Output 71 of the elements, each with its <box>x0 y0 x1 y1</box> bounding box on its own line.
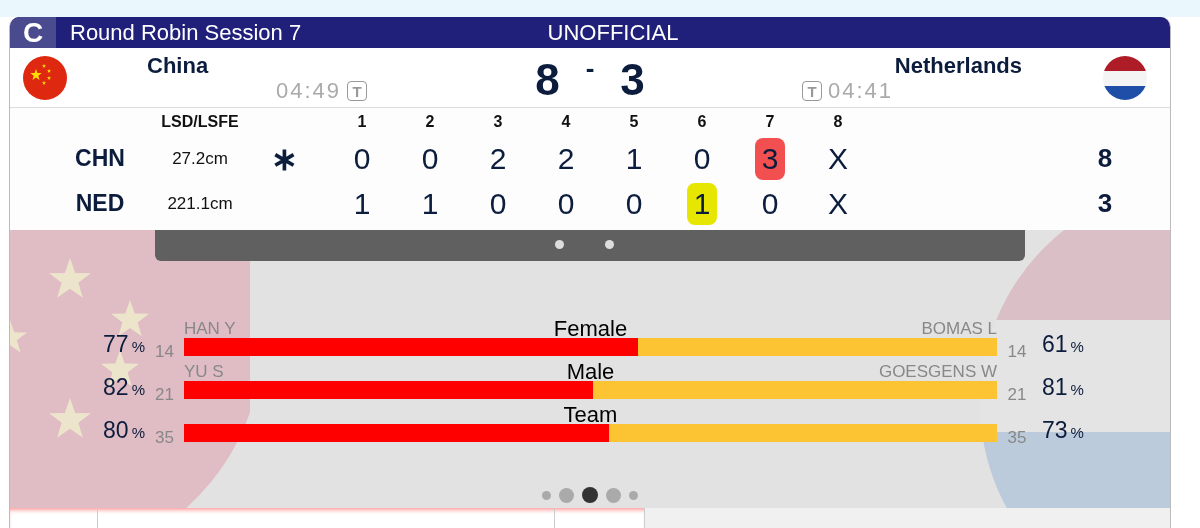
timeout-icon: T <box>802 81 822 101</box>
hammer-mark: ∗ <box>269 139 299 178</box>
shot-count: 21 <box>154 384 175 399</box>
team-score: 8 <box>535 54 560 105</box>
thinking-time: 04:49 <box>275 78 341 104</box>
lsd-value: 27.2cm <box>171 148 229 169</box>
thinking-time: 04:41 <box>828 78 894 104</box>
percentage: 81% <box>1041 376 1085 399</box>
end-heading: 3 <box>492 113 504 131</box>
session-title: Round Robin Session 7 <box>69 19 303 46</box>
end-heading: 2 <box>424 113 436 131</box>
end-score: 0 <box>692 140 712 177</box>
team-code: NED <box>74 190 126 217</box>
player-name: GOESGENS W <box>878 363 997 381</box>
pager-dot[interactable] <box>542 490 551 500</box>
shot-count: 35 <box>154 427 175 442</box>
end-score: 1 <box>686 182 718 225</box>
shot-count: 14 <box>1006 341 1028 356</box>
end-heading: 1 <box>356 113 368 131</box>
shot-count: 21 <box>1006 384 1028 399</box>
score-separator: - <box>585 53 595 84</box>
shot-count: 35 <box>1006 427 1028 442</box>
status-label: UNOFFICIAL <box>547 19 679 46</box>
end-score: X <box>827 140 849 177</box>
panel-handle[interactable] <box>155 230 1025 261</box>
end-score: 1 <box>352 185 372 222</box>
team-score: 3 <box>620 54 645 105</box>
end-score: 0 <box>760 185 780 222</box>
end-heading: 6 <box>696 113 708 131</box>
player-name: HAN Y <box>184 320 236 338</box>
team-name: China <box>147 53 209 79</box>
end-score: 2 <box>556 140 576 177</box>
pager-dot[interactable] <box>559 487 574 503</box>
end-score: 0 <box>488 185 508 222</box>
player-name: YU S <box>184 363 224 381</box>
stat-title: Female <box>553 318 628 340</box>
shot-count: 14 <box>154 341 175 356</box>
percentage: 80% <box>102 419 145 442</box>
percentage: 73% <box>1041 419 1085 442</box>
end-heading: 7 <box>764 113 776 131</box>
total-score: 3 <box>1096 188 1114 219</box>
percentage: 77% <box>102 333 145 356</box>
stat-title: Male <box>566 361 615 383</box>
team-code: CHN <box>74 145 126 172</box>
end-score: 1 <box>420 185 440 222</box>
end-score: 0 <box>556 185 576 222</box>
total-score: 8 <box>1096 143 1114 174</box>
end-heading: 8 <box>832 113 844 131</box>
lsd-value: 221.1cm <box>166 193 234 214</box>
pager-dot[interactable] <box>629 490 638 500</box>
pager-dot[interactable] <box>606 487 621 503</box>
netherlands-flag-icon <box>1102 54 1148 101</box>
category-badge: C <box>10 17 56 48</box>
player-name: BOMAS L <box>921 320 997 338</box>
percentage: 82% <box>102 376 145 399</box>
china-flag-icon <box>22 54 68 101</box>
end-score: X <box>827 185 849 222</box>
end-score: 0 <box>352 140 372 177</box>
stat-title: Team <box>563 404 618 426</box>
percentage: 61% <box>1041 333 1085 356</box>
team-name: Netherlands <box>894 53 1022 79</box>
end-score: 1 <box>624 140 644 177</box>
end-heading: 4 <box>560 113 572 131</box>
end-score: 3 <box>754 137 786 180</box>
end-score: 0 <box>624 185 644 222</box>
timeout-icon: T <box>347 81 367 101</box>
end-heading: 5 <box>628 113 640 131</box>
end-score: 2 <box>488 140 508 177</box>
end-score: 0 <box>420 140 440 177</box>
column-heading: LSD/LSFE <box>160 113 240 131</box>
pager-dot[interactable] <box>582 487 598 503</box>
